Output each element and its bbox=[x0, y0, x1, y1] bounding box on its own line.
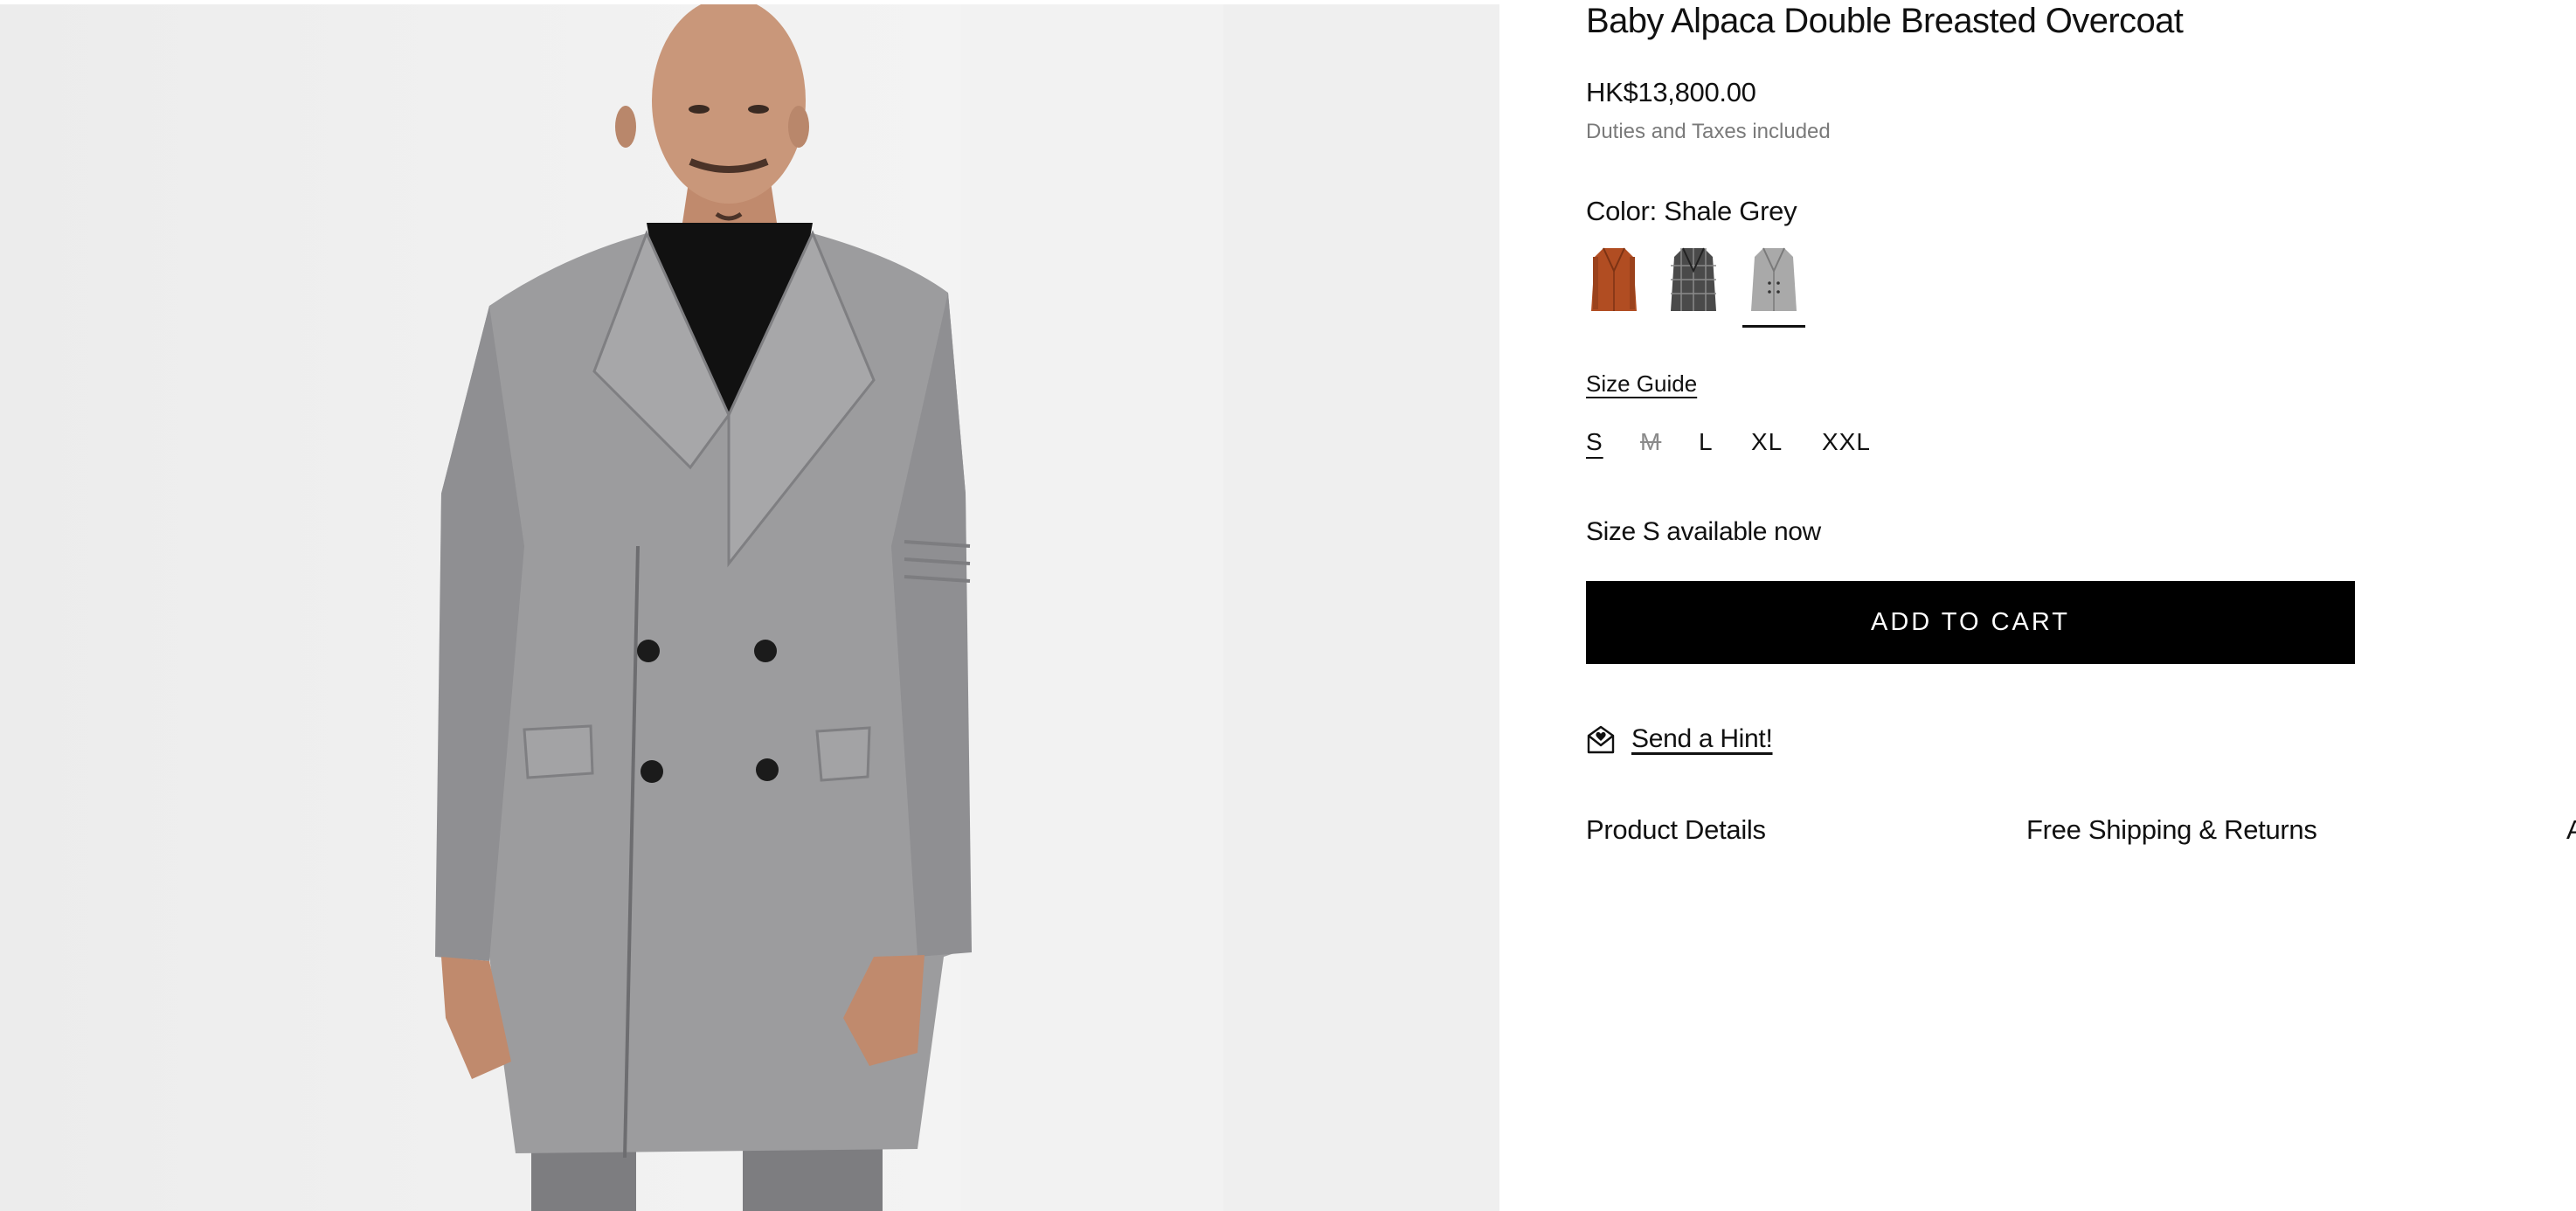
product-title: Baby Alpaca Double Breasted Overcoat bbox=[1586, 2, 2184, 40]
product-photo-illustration bbox=[435, 4, 1499, 1211]
tax-note: Duties and Taxes included bbox=[1586, 120, 1831, 143]
tab-free-shipping-returns[interactable]: Free Shipping & Returns bbox=[2026, 814, 2317, 846]
color-swatch-rust[interactable] bbox=[1586, 245, 1642, 320]
size-option-s[interactable]: S bbox=[1586, 428, 1603, 456]
send-hint-label: Send a Hint! bbox=[1631, 724, 1773, 753]
coat-thumbnail-icon bbox=[1671, 247, 1716, 311]
color-swatch-shale-grey[interactable] bbox=[1742, 245, 1805, 328]
selected-color-label: Color: Shale Grey bbox=[1586, 196, 1797, 226]
tab-truncated[interactable]: A bbox=[2566, 814, 2576, 846]
product-price: HK$13,800.00 bbox=[1586, 77, 1756, 107]
product-info-panel: Baby Alpaca Double Breasted Overcoat HK$… bbox=[1586, 0, 2576, 1211]
size-selector: S M L XL XXL bbox=[1586, 428, 2110, 468]
size-option-xxl[interactable]: XXL bbox=[1822, 428, 1871, 456]
size-guide-link[interactable]: Size Guide bbox=[1586, 370, 1697, 398]
availability-status: Size S available now bbox=[1586, 517, 1821, 546]
envelope-heart-icon bbox=[1587, 725, 1615, 754]
coat-thumbnail-icon bbox=[1751, 247, 1797, 311]
size-option-xl[interactable]: XL bbox=[1751, 428, 1783, 456]
tab-product-details[interactable]: Product Details bbox=[1586, 814, 1766, 846]
product-image[interactable] bbox=[0, 4, 1499, 1211]
coat-thumbnail-icon bbox=[1591, 247, 1637, 311]
size-option-l[interactable]: L bbox=[1699, 428, 1714, 456]
send-hint-link[interactable]: Send a Hint! bbox=[1586, 722, 1773, 757]
product-page: Baby Alpaca Double Breasted Overcoat HK$… bbox=[0, 0, 2576, 1211]
add-to-cart-button[interactable]: ADD TO CART bbox=[1586, 581, 2355, 664]
size-option-m[interactable]: M bbox=[1640, 428, 1661, 456]
color-swatch-charcoal-check[interactable] bbox=[1665, 245, 1721, 320]
color-swatches bbox=[1586, 245, 1848, 329]
